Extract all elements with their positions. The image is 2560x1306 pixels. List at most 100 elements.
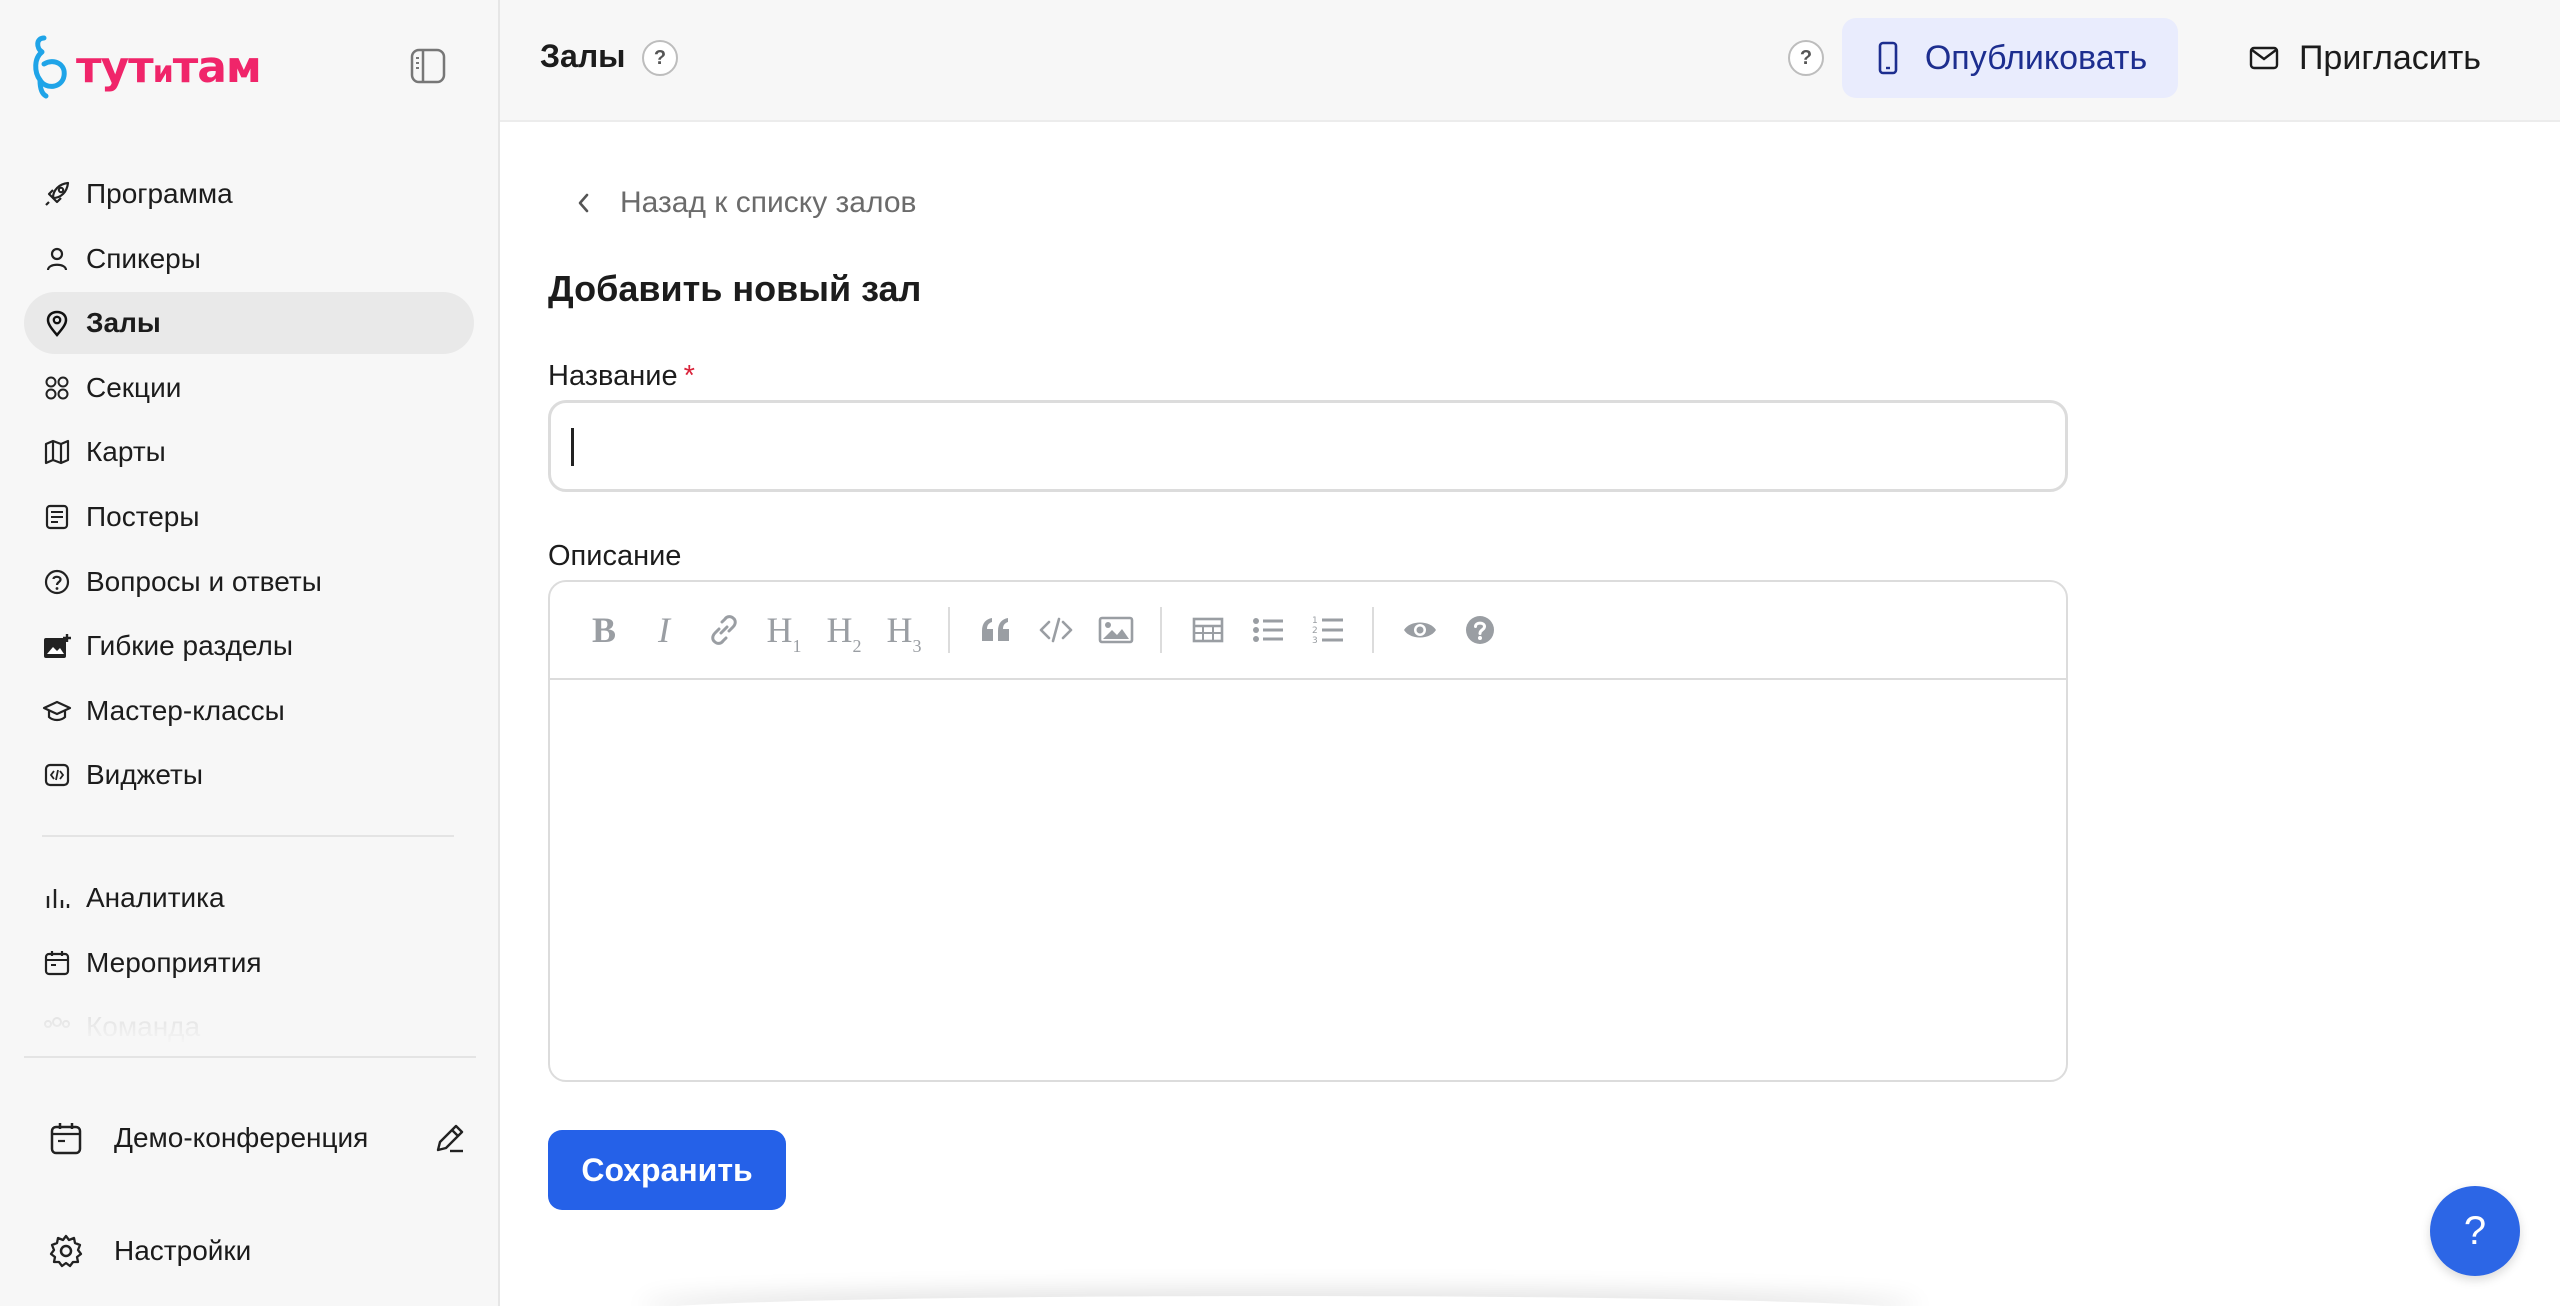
preview-button[interactable] — [1398, 608, 1442, 652]
italic-icon: I — [658, 610, 670, 650]
sidebar: тутитам Программа Спикеры Залы Секции Ка… — [0, 0, 500, 1306]
markdown-help-button[interactable] — [1458, 608, 1502, 652]
sidebar-item-label: Вопросы и ответы — [86, 565, 322, 597]
settings-label: Настройки — [114, 1235, 252, 1266]
page-title: Залы — [540, 38, 626, 74]
grid-circles-icon — [42, 373, 72, 403]
sidebar-item-label: Команда — [86, 1011, 201, 1043]
sidebar-item-maps[interactable]: Карты — [24, 421, 474, 483]
map-icon — [42, 437, 72, 467]
numbered-list-icon: 123 — [1312, 616, 1343, 646]
sidebar-item-widgets[interactable]: Виджеты — [24, 744, 474, 806]
sidebar-item-halls[interactable]: Залы — [24, 292, 474, 355]
back-to-halls-link[interactable]: Назад к списку залов — [572, 184, 916, 222]
map-pin-icon — [42, 308, 72, 338]
chevron-left-icon — [578, 193, 589, 213]
logo-mark-icon — [33, 35, 67, 99]
sidebar-divider — [42, 835, 454, 837]
save-button[interactable]: Сохранить — [548, 1130, 786, 1210]
sidebar-item-label: Залы — [86, 307, 161, 339]
sidebar-item-qa[interactable]: Вопросы и ответы — [24, 551, 474, 613]
description-textarea[interactable] — [550, 680, 2066, 1080]
sidebar-item-label: Постеры — [86, 500, 200, 532]
italic-button[interactable]: I — [642, 608, 686, 652]
publish-button[interactable]: Опубликовать — [1842, 18, 2178, 98]
sidebar-item-label: Спикеры — [86, 242, 201, 274]
calendar-icon — [42, 948, 72, 978]
sidebar-item-masterclasses[interactable]: Мастер-классы — [24, 680, 474, 742]
sidebar-divider — [24, 1056, 476, 1058]
bulleted-list-button[interactable] — [1246, 608, 1290, 652]
current-event[interactable]: Демо-конференция — [48, 1098, 468, 1178]
sidebar-item-settings[interactable]: Настройки — [48, 1228, 251, 1274]
sidebar-toggle-button[interactable] — [408, 46, 448, 86]
sidebar-item-program[interactable]: Программа — [24, 163, 474, 225]
bold-button[interactable]: B — [582, 608, 626, 652]
mobile-phone-icon — [1878, 41, 1898, 75]
name-label: Название * — [548, 360, 695, 393]
sidebar-item-label: Программа — [86, 178, 233, 209]
sidebar-item-analytics[interactable]: Аналитика — [24, 867, 474, 929]
header-help-button[interactable]: ? — [1788, 40, 1824, 76]
sidebar-item-label: Аналитика — [86, 882, 225, 913]
sidebar-item-label: Гибкие разделы — [86, 630, 294, 662]
bulleted-list-icon — [1253, 618, 1283, 642]
code-icon — [1039, 617, 1073, 643]
required-mark: * — [683, 360, 695, 392]
sidebar-item-speakers[interactable]: Спикеры — [24, 228, 474, 290]
sidebar-item-label: Карты — [86, 436, 166, 468]
link-icon — [711, 615, 737, 645]
image-button[interactable] — [1094, 608, 1138, 652]
help-chat-button[interactable]: ? — [2430, 1186, 2520, 1276]
eye-icon — [1404, 622, 1436, 638]
table-button[interactable] — [1186, 608, 1230, 652]
sidebar-item-label: Мероприятия — [86, 946, 262, 978]
sidebar-item-label: Мастер-классы — [86, 694, 285, 726]
graduation-cap-icon — [42, 696, 72, 726]
description-label: Описание — [548, 540, 682, 572]
heading-2-icon: H2 — [826, 610, 862, 656]
rocket-icon — [42, 179, 72, 209]
event-name: Демо-конференция — [114, 1122, 369, 1153]
sidebar-item-flexible-sections[interactable]: Гибкие разделы — [24, 615, 474, 677]
invite-label: Пригласить — [2298, 38, 2482, 77]
sidebar-item-posters[interactable]: Постеры — [24, 486, 474, 548]
top-header: Залы ? ? Опубликовать Пригласить — [500, 0, 2560, 122]
quote-icon — [982, 618, 1009, 641]
heading-3-button[interactable]: H3 — [882, 608, 926, 656]
code-icon — [42, 760, 72, 790]
hall-name-input[interactable] — [548, 400, 2068, 492]
bar-chart-icon — [42, 883, 72, 913]
logo-text: тутитам — [76, 41, 262, 93]
bold-icon: B — [591, 610, 616, 650]
poster-icon — [42, 502, 72, 532]
svg-text:1: 1 — [1312, 616, 1318, 626]
team-icon — [42, 1012, 72, 1042]
text-caret — [571, 428, 574, 466]
heading-1-button[interactable]: H1 — [762, 608, 806, 656]
image-icon — [1098, 616, 1134, 644]
heading-2-button[interactable]: H2 — [822, 608, 866, 656]
sidebar-item-team[interactable]: Команда — [24, 996, 474, 1058]
pencil-icon[interactable] — [432, 1120, 468, 1156]
page-help-button[interactable]: ? — [642, 40, 678, 76]
toolbar-separator — [1160, 607, 1162, 653]
code-button[interactable] — [1034, 608, 1078, 652]
sidebar-nav: Программа Спикеры Залы Секции Карты Пост… — [24, 163, 474, 809]
mail-icon — [2249, 46, 2279, 70]
sidebar-toggle-icon — [410, 48, 446, 84]
invite-button[interactable]: Пригласить — [2220, 18, 2510, 98]
description-editor: B I H1 H2 H3 123 — [548, 580, 2068, 1082]
calendar-icon — [50, 1123, 82, 1155]
quote-button[interactable] — [974, 608, 1018, 652]
link-button[interactable] — [702, 608, 746, 652]
question-circle-icon — [1466, 616, 1494, 644]
image-plus-icon — [42, 631, 72, 661]
sidebar-item-events[interactable]: Мероприятия — [24, 932, 474, 994]
bottom-shadow — [640, 1296, 1920, 1306]
logo[interactable]: тутитам — [32, 32, 262, 102]
name-label-text: Название — [548, 360, 678, 392]
heading-3-icon: H3 — [886, 610, 922, 656]
sidebar-item-sections[interactable]: Секции — [24, 357, 474, 419]
numbered-list-button[interactable]: 123 — [1306, 608, 1350, 652]
